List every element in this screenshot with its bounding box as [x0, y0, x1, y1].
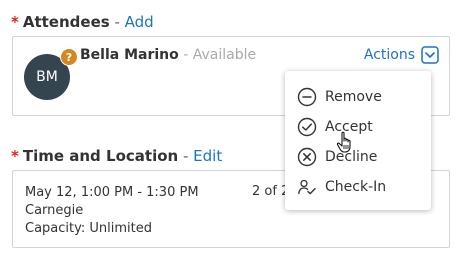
menu-item-check-in[interactable]: Check-In	[285, 172, 431, 202]
edit-time-link[interactable]: Edit	[193, 147, 222, 165]
minus-circle-icon	[297, 87, 317, 107]
booking-details: May 12, 1:00 PM - 1:30 PM Carnegie Capac…	[25, 184, 199, 238]
attendee-row: Bella Marino - Available	[80, 47, 256, 63]
title-separator: -	[109, 13, 125, 31]
actions-button[interactable]: Actions	[364, 46, 439, 64]
title-separator: -	[178, 147, 194, 165]
hand-cursor-icon	[336, 131, 351, 153]
attendee-status: - Available	[178, 47, 257, 63]
menu-item-decline[interactable]: Decline	[285, 142, 431, 172]
actions-label: Actions	[363, 47, 415, 63]
menu-item-remove[interactable]: Remove	[285, 82, 431, 112]
time-location-heading: * Time and Location - Edit	[11, 147, 222, 165]
question-status-icon: ?	[60, 48, 78, 66]
attendees-title: Attendees	[22, 13, 110, 31]
x-circle-icon	[297, 147, 317, 167]
check-circle-icon	[297, 117, 317, 137]
add-attendee-link[interactable]: Add	[125, 13, 154, 31]
required-mark: *	[11, 147, 19, 165]
menu-item-label: Check-In	[325, 179, 387, 195]
capacity-text: Capacity: Unlimited	[25, 221, 152, 236]
chevron-down-icon	[421, 46, 439, 64]
menu-item-label: Remove	[325, 89, 382, 105]
attendee-count: 2 of 2	[252, 184, 290, 199]
required-mark: *	[11, 13, 19, 31]
attendee-name: Bella Marino	[80, 47, 179, 63]
location-text: Carnegie	[25, 203, 84, 218]
date-time-text: May 12, 1:00 PM - 1:30 PM	[25, 185, 199, 200]
menu-item-accept[interactable]: Accept	[285, 112, 431, 142]
check-in-icon	[298, 179, 316, 195]
time-location-title: Time and Location	[22, 147, 179, 165]
actions-menu: Remove Accept Decline Check-In	[285, 71, 431, 210]
attendees-heading: * Attendees - Add	[11, 13, 154, 31]
